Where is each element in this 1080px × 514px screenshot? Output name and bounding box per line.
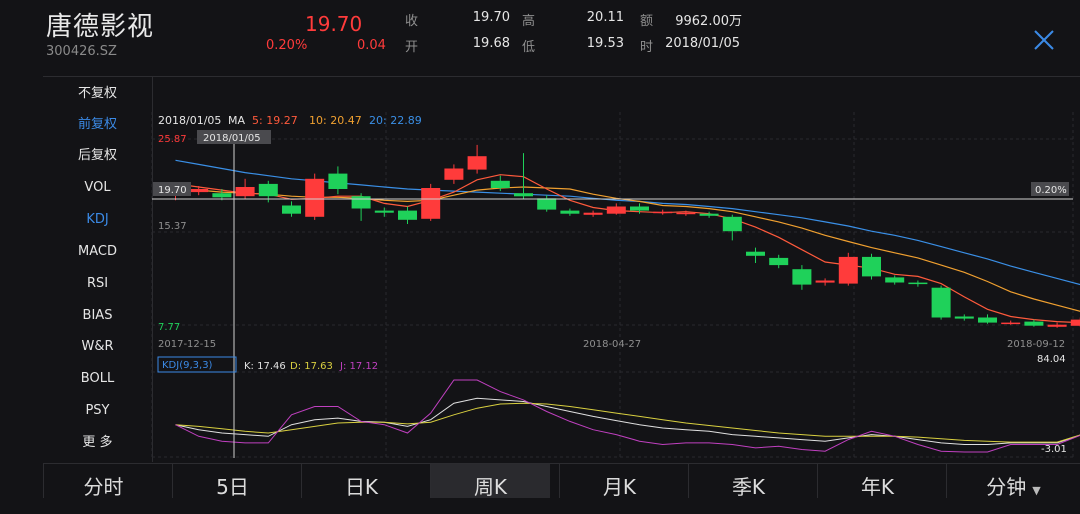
legend-ma10: 10: 20.47	[309, 114, 362, 127]
x-label-end: 2018-09-12	[1007, 339, 1065, 350]
tab-intraday[interactable]: 分时	[43, 464, 163, 498]
tab-intraday-label: 分时	[84, 475, 124, 499]
candlestick-series	[166, 145, 1080, 328]
cursor-pct: 0.20%	[1035, 185, 1067, 196]
tab-minute-label: 分钟	[986, 475, 1026, 499]
x-label-start: 2017-12-15	[158, 339, 216, 350]
candle-body	[700, 214, 719, 216]
legend-ma20: 20: 22.89	[369, 114, 422, 127]
candle-body	[584, 213, 603, 215]
candle-body	[468, 156, 487, 169]
candle-body	[839, 257, 858, 284]
candle-body	[978, 318, 997, 323]
candle-body	[1048, 325, 1067, 327]
chevron-down-icon: ▼	[1032, 484, 1040, 497]
candle-body	[537, 198, 556, 209]
tab-minute[interactable]: 分钟 ▼	[946, 464, 1080, 498]
candle-body	[421, 188, 440, 219]
kdj-j-value: J: 17.12	[339, 361, 378, 372]
candle-body	[305, 179, 324, 217]
candle-body	[212, 193, 231, 197]
candle-body	[816, 281, 835, 283]
candle-body	[282, 206, 301, 214]
candle-body	[908, 283, 927, 285]
kdj-params: KDJ(9,3,3)	[162, 360, 213, 371]
y-axis-min: 7.77	[158, 322, 180, 333]
candle-body	[259, 184, 278, 196]
y-axis-mid: 15.37	[158, 221, 187, 232]
candle-body	[746, 252, 765, 256]
candle-body	[769, 258, 788, 265]
tab-daily-label: 日K	[345, 475, 378, 499]
cursor-price: 19.70	[158, 185, 187, 196]
candle-body	[630, 207, 649, 211]
kdj-j-line	[176, 380, 1080, 452]
candle-body	[862, 257, 881, 277]
candle-body	[352, 196, 371, 208]
candle-body	[236, 187, 255, 196]
candle-body	[375, 211, 394, 213]
tab-weekly[interactable]: 周K	[430, 464, 550, 498]
chart-grid	[152, 112, 1073, 458]
candle-body	[444, 169, 463, 180]
tab-5day[interactable]: 5日	[172, 464, 292, 498]
candle-body	[885, 277, 904, 282]
candle-body	[560, 211, 579, 214]
y-axis-max: 25.87	[158, 134, 187, 145]
tab-monthly[interactable]: 月K	[559, 464, 679, 498]
candle-body	[491, 181, 510, 188]
cursor-date: 2018/01/05	[203, 133, 261, 144]
kdj-axis-min: -3.01	[1041, 444, 1067, 455]
candle-body	[189, 189, 208, 192]
candle-body	[1071, 320, 1080, 326]
candle-body	[955, 317, 974, 319]
kline-chart[interactable]: 2018/01/05 MA 5: 19.27 10: 20.47 20: 22.…	[0, 0, 1080, 463]
candle-body	[398, 211, 417, 220]
tab-weekly-label: 周K	[474, 475, 507, 499]
kdj-d-value: D: 17.63	[290, 361, 333, 372]
candle-body	[1024, 322, 1043, 326]
tab-daily[interactable]: 日K	[301, 464, 421, 498]
kdj-axis-max: 84.04	[1037, 354, 1066, 365]
candle-body	[723, 217, 742, 231]
x-label-mid: 2018-04-27	[583, 339, 641, 350]
tab-monthly-label: 月K	[603, 475, 636, 499]
candle-body	[792, 269, 811, 284]
legend-ma-label: MA	[228, 114, 245, 127]
candle-body	[653, 212, 672, 214]
kdj-k-value: K: 17.46	[244, 361, 286, 372]
candle-body	[676, 213, 695, 215]
candle-body	[328, 174, 347, 189]
legend-ma5: 5: 19.27	[252, 114, 298, 127]
tab-quarterly-label: 季K	[732, 475, 765, 499]
candle-body	[607, 207, 626, 214]
tab-quarterly[interactable]: 季K	[688, 464, 808, 498]
candle-body	[932, 288, 951, 318]
tab-5day-label: 5日	[216, 475, 249, 499]
period-tabs: 分时 5日 日K 周K 月K 季K 年K 分钟 ▼	[43, 463, 1080, 498]
tab-yearly-label: 年K	[861, 475, 894, 499]
candle-body	[1001, 323, 1020, 325]
candle-body	[514, 193, 533, 196]
legend-date: 2018/01/05	[158, 114, 221, 127]
kdj-lines	[176, 380, 1080, 452]
tab-yearly[interactable]: 年K	[817, 464, 937, 498]
